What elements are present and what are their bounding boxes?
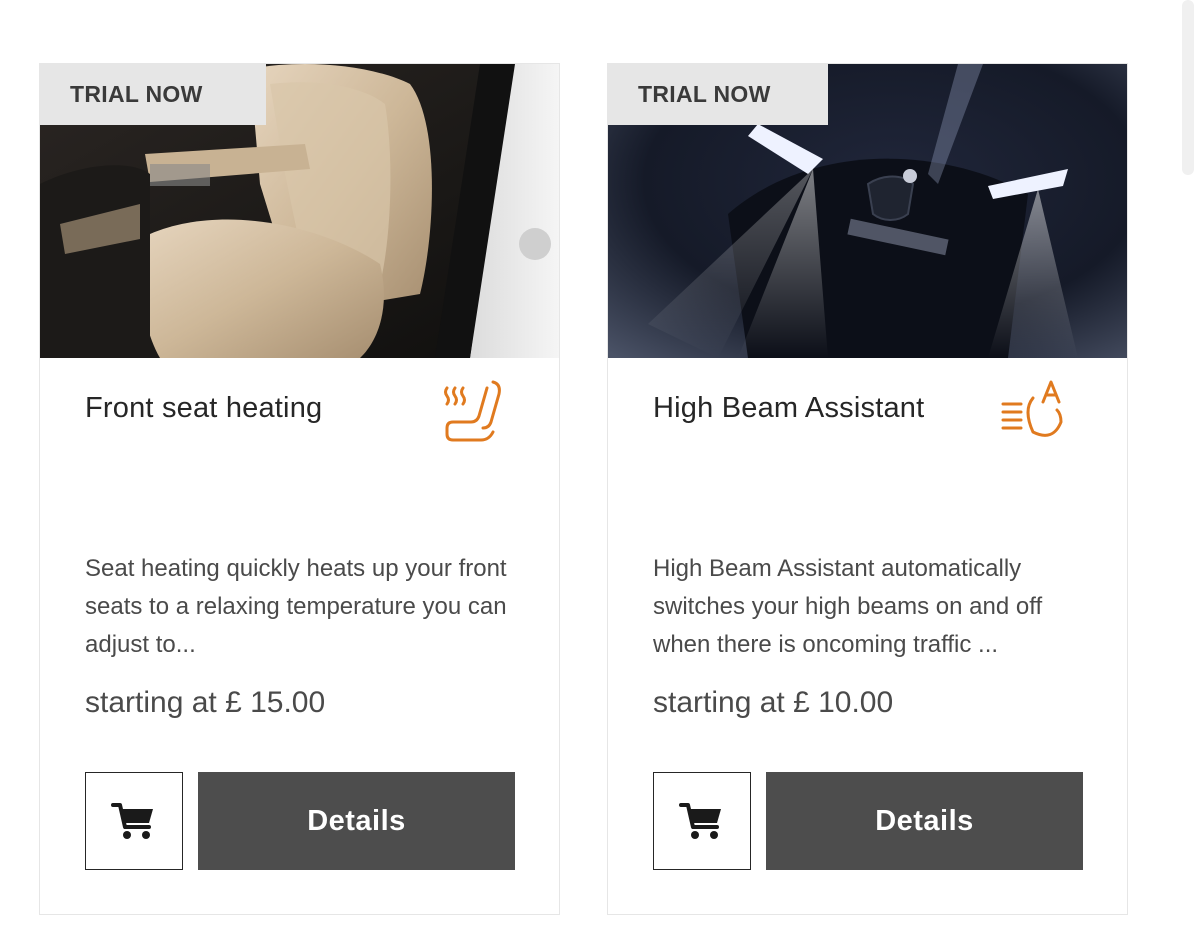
product-title: High Beam Assistant (653, 392, 925, 424)
scrollbar[interactable] (1182, 0, 1194, 175)
high-beam-assistant-icon (1001, 380, 1063, 437)
product-description: Seat heating quickly heats up your front… (85, 555, 507, 658)
trial-now-badge: TRIAL NOW (40, 64, 266, 125)
trial-now-badge: TRIAL NOW (608, 64, 828, 125)
cart-icon (111, 803, 153, 839)
add-to-cart-button[interactable] (85, 772, 183, 870)
seat-heating-icon (444, 380, 501, 442)
product-card-high-beam-assistant: TRIAL NOW High Beam Assistant High Beam … (607, 63, 1128, 915)
product-price: starting at £ 15.00 (85, 686, 326, 719)
cart-icon (679, 803, 721, 839)
product-title: Front seat heating (85, 392, 323, 424)
details-button[interactable]: Details (766, 772, 1083, 870)
product-image-seat: TRIAL NOW (40, 64, 559, 358)
product-description: High Beam Assistant automatically switch… (653, 555, 1043, 658)
details-button[interactable]: Details (198, 772, 515, 870)
add-to-cart-button[interactable] (653, 772, 751, 870)
product-price: starting at £ 10.00 (653, 686, 894, 719)
product-card-front-seat-heating: TRIAL NOW Front seat heating Seat heatin… (39, 63, 560, 915)
product-image-headlights: TRIAL NOW (608, 64, 1127, 358)
